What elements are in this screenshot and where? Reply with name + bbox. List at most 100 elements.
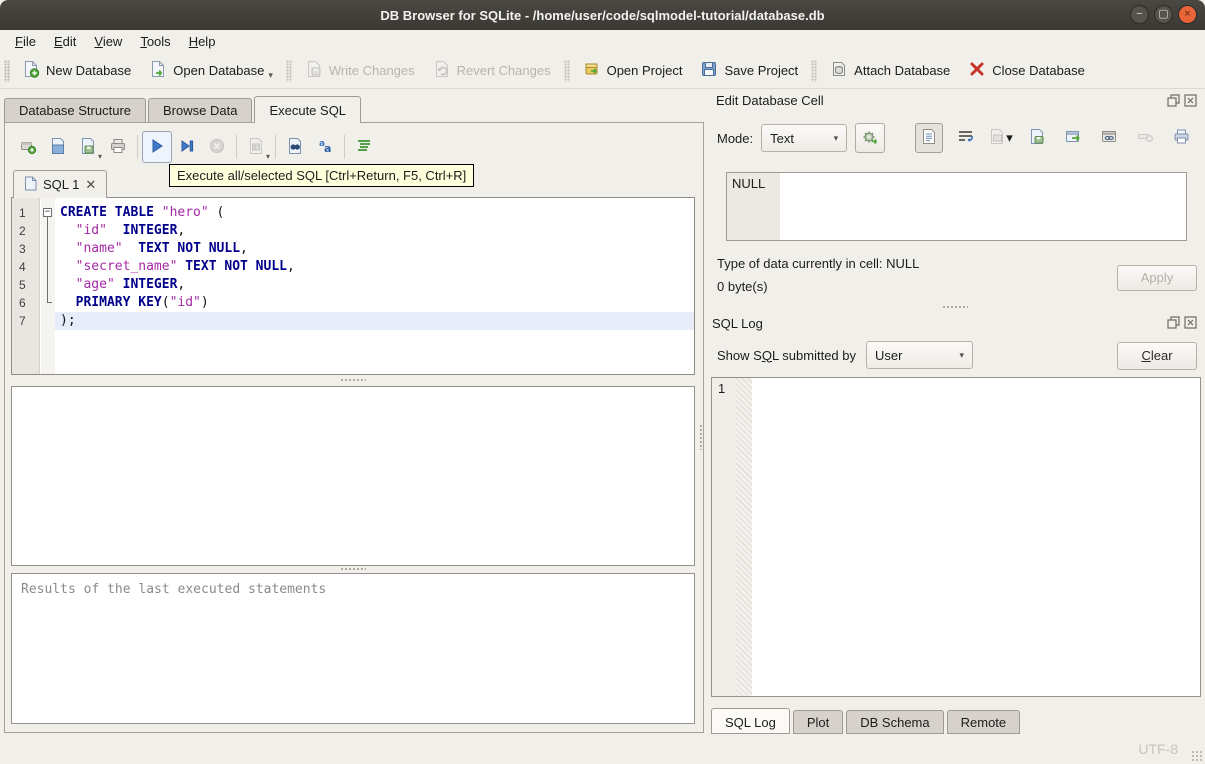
clear-log-button[interactable]: Clear [1117, 342, 1197, 370]
maximize-icon[interactable]: ▢ [1154, 5, 1173, 24]
save-cell-button[interactable] [1023, 123, 1051, 153]
tab-remote[interactable]: Remote [946, 710, 1021, 734]
close-panel-icon[interactable] [1184, 316, 1197, 329]
cell-value-content[interactable] [780, 173, 1186, 240]
sql-toolbar-separator [236, 135, 237, 159]
minimize-icon[interactable]: − [1130, 5, 1149, 24]
text-mode-button[interactable] [915, 123, 943, 153]
open-url-button[interactable] [1095, 123, 1123, 153]
menu-file[interactable]: File [6, 32, 45, 51]
cell-value-editor[interactable]: NULL [726, 172, 1187, 241]
editor-line[interactable]: 2 "id" INTEGER, [12, 222, 694, 240]
line-number: 1 [19, 206, 26, 220]
toolbar-drag-handle[interactable] [4, 59, 10, 82]
mode-label: Mode: [717, 130, 754, 146]
results-message-pane[interactable]: Results of the last executed statements [11, 573, 695, 724]
sql-editor-lines: 1− CREATE TABLE "hero" (2 "id" INTEGER, 3 … [12, 204, 694, 330]
format-sql-button[interactable] [349, 131, 379, 163]
close-panel-icon[interactable] [1184, 94, 1197, 107]
save-sql-file-button[interactable]: ▾ [73, 131, 103, 163]
editor-line[interactable]: 1 − CREATE TABLE "hero" ( [12, 204, 694, 222]
open-database-dropdown-icon[interactable]: ▾ [268, 70, 273, 81]
mode-value: Text [770, 130, 794, 146]
resize-grip-icon[interactable] [1191, 750, 1202, 761]
menu-view[interactable]: View [85, 32, 131, 51]
splitter-handle[interactable] [340, 378, 366, 382]
apply-cell-button[interactable] [855, 123, 886, 153]
splitter-handle[interactable] [340, 567, 366, 571]
edit-cell-header: Edit Database Cell [716, 93, 824, 108]
open-sql-file-icon [49, 137, 67, 158]
save-sql-dropdown-icon[interactable]: ▾ [98, 152, 102, 161]
log-content[interactable] [752, 378, 1200, 696]
sql-editor[interactable]: 1− CREATE TABLE "hero" (2 "id" INTEGER, 3 … [11, 197, 695, 375]
code-line: "secret_name" TEXT NOT NULL, [75, 259, 295, 274]
code-line: "id" INTEGER, [75, 223, 186, 238]
log-filter-label: Show SQL submitted by [717, 347, 856, 363]
close-database-button[interactable]: Close Database [959, 56, 1094, 85]
tab-sql-log[interactable]: SQL Log [711, 708, 790, 734]
tab-db-schema[interactable]: DB Schema [846, 710, 944, 734]
menu-edit[interactable]: Edit [45, 32, 85, 51]
editor-line[interactable]: 6 PRIMARY KEY("id") [12, 294, 694, 312]
dock-tab-bar: SQL Log Plot DB Schema Remote [711, 708, 1023, 734]
results-placeholder: Results of the last executed statements [21, 582, 327, 597]
tab-database-structure[interactable]: Database Structure [4, 98, 147, 123]
word-wrap-button[interactable] [951, 123, 979, 153]
print-cell-button[interactable] [1167, 123, 1195, 153]
editor-line[interactable]: 7); [12, 312, 694, 330]
print-sql-button[interactable] [103, 131, 133, 163]
sql-log-view[interactable]: 1 [711, 377, 1201, 697]
panel-splitter-handle[interactable] [699, 424, 703, 450]
menu-tools[interactable]: Tools [131, 32, 179, 51]
log-line-number: 1 [718, 381, 726, 396]
save-project-button[interactable]: Save Project [691, 56, 807, 85]
export-cell-button[interactable] [1059, 123, 1087, 153]
tab-execute-sql[interactable]: Execute SQL [254, 96, 362, 123]
cell-value: NULL [732, 176, 766, 191]
fold-marker[interactable]: − [41, 204, 55, 222]
write-changes-label: Write Changes [328, 63, 415, 78]
execute-sql-button[interactable] [142, 131, 172, 163]
log-gutter: 1 [712, 378, 736, 696]
sql-toolbar-separator [137, 135, 138, 159]
editor-line[interactable]: 4 "secret_name" TEXT NOT NULL, [12, 258, 694, 276]
float-panel-icon[interactable] [1167, 94, 1180, 107]
new-database-button[interactable]: New Database [13, 56, 140, 85]
editor-line[interactable]: 3 "name" TEXT NOT NULL, [12, 240, 694, 258]
line-number: 4 [19, 260, 26, 274]
mode-select[interactable]: Text ▾ [761, 124, 848, 152]
titlebar[interactable]: DB Browser for SQLite - /home/user/code/… [0, 0, 1205, 30]
log-filter-select[interactable]: User ▾ [866, 341, 973, 369]
tab-browse-data[interactable]: Browse Data [148, 98, 253, 123]
open-project-button[interactable]: Open Project [574, 56, 692, 85]
close-tab-icon[interactable]: ✕ [85, 177, 96, 193]
chevron-down-icon: ▾ [833, 132, 839, 143]
open-tab-button[interactable] [13, 131, 43, 163]
set-null-button [1131, 123, 1159, 153]
open-project-label: Open Project [606, 63, 683, 78]
sql-toolbar-separator [344, 135, 345, 159]
open-database-button[interactable]: Open Database ▾ [140, 56, 282, 85]
execute-sql-panel: ▾ ▾ aa SQL 1 ✕ Execute all/selected SQL … [4, 122, 704, 733]
log-filter-row: Show SQL submitted by User ▾ [717, 341, 973, 369]
editor-line[interactable]: 5 "age" INTEGER, [12, 276, 694, 294]
execute-current-line-button[interactable] [172, 131, 202, 163]
find-button[interactable] [280, 131, 310, 163]
splitter-handle[interactable] [942, 305, 968, 309]
fold-marker [41, 222, 55, 240]
execute-current-line-icon [178, 137, 196, 158]
results-grid-pane[interactable] [11, 386, 695, 566]
open-sql-file-button[interactable] [43, 131, 73, 163]
sql-log-title: SQL Log [712, 316, 763, 331]
menu-help[interactable]: Help [180, 32, 225, 51]
fold-column [41, 312, 55, 330]
tab-plot[interactable]: Plot [792, 710, 844, 734]
close-icon[interactable]: × [1178, 5, 1197, 24]
attach-database-button[interactable]: Attach Database [821, 56, 959, 85]
text-mode-icon [921, 128, 937, 148]
fold-marker [41, 258, 55, 276]
float-panel-icon[interactable] [1167, 316, 1180, 329]
sql-document-tab[interactable]: SQL 1 ✕ [13, 170, 108, 198]
autocomplete-button[interactable]: aa [310, 131, 340, 163]
